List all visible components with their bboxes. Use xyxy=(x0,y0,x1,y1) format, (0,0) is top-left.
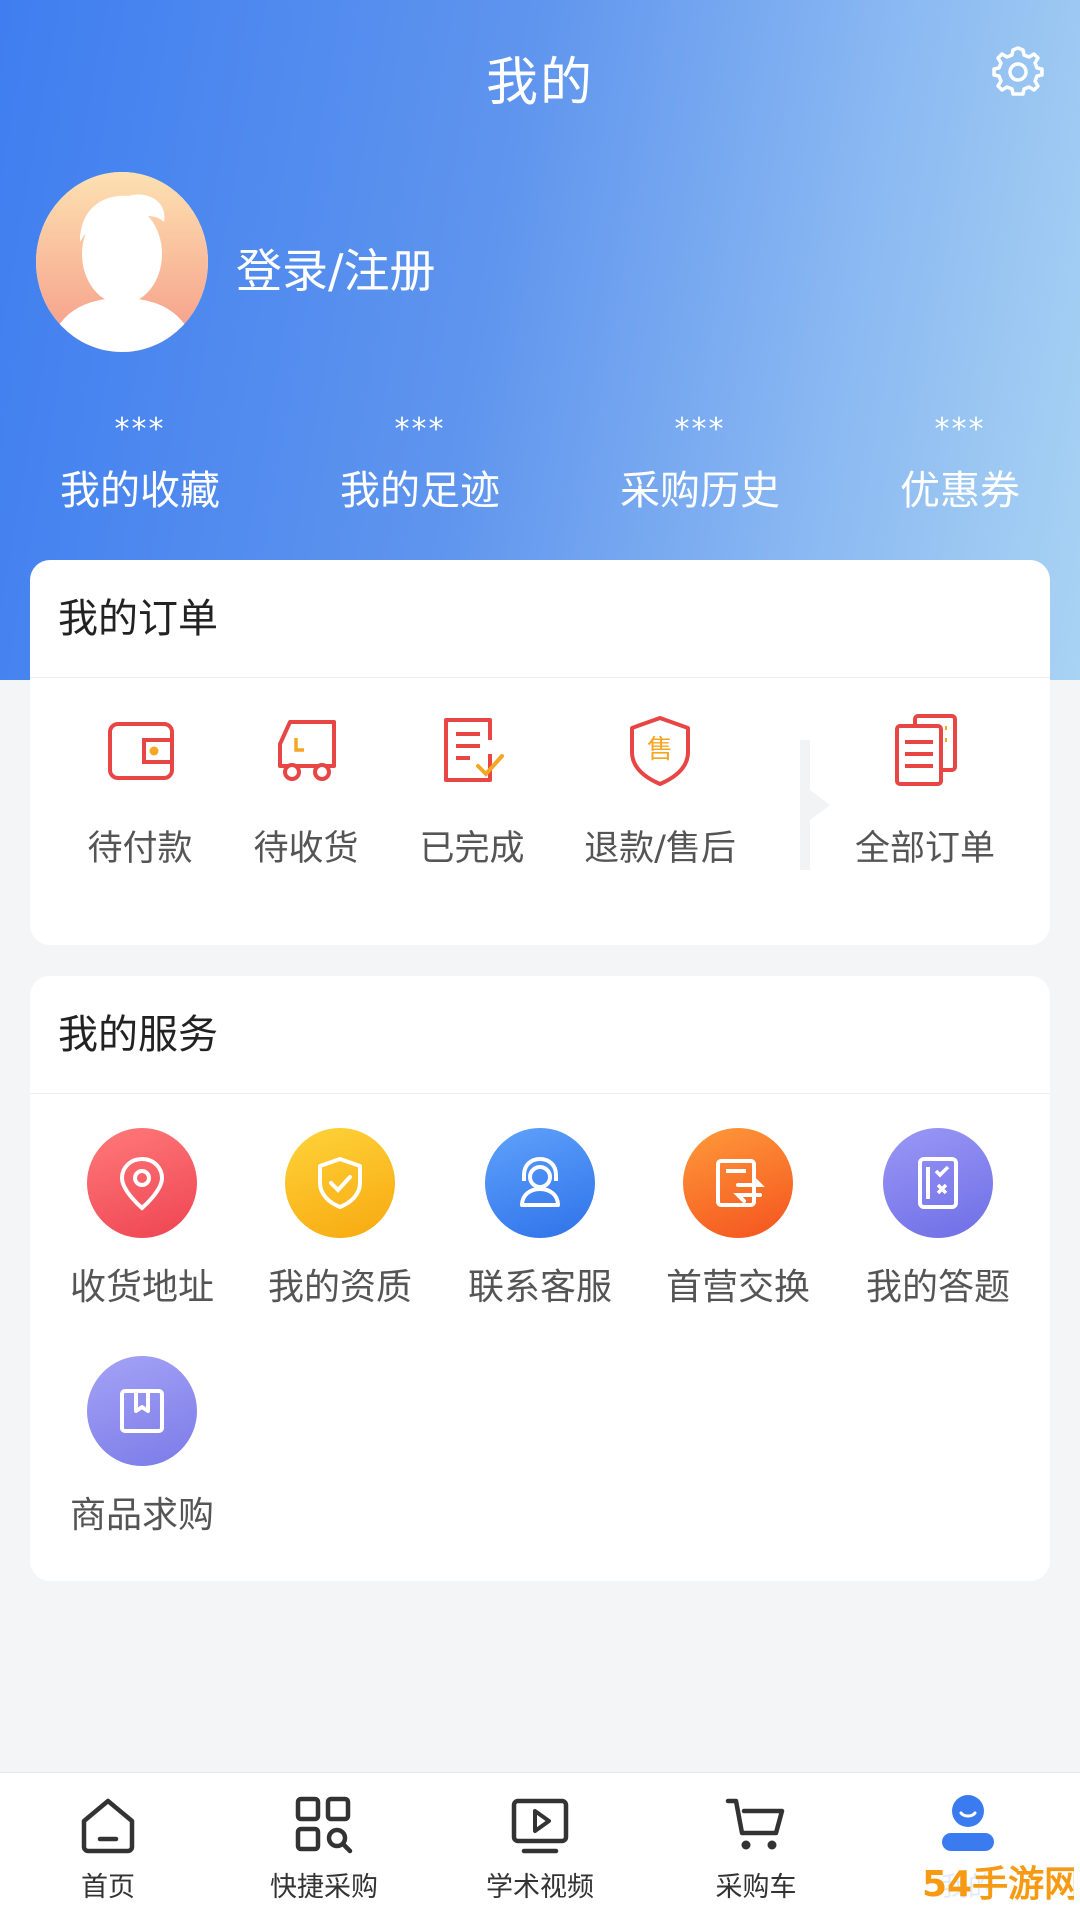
user-icon xyxy=(942,1795,994,1851)
service-qualification[interactable]: 我的资质 xyxy=(250,1128,430,1310)
stat-value: *** xyxy=(674,412,726,447)
default-avatar-icon xyxy=(36,172,208,352)
login-register-link[interactable]: 登录/注册 xyxy=(236,235,436,301)
service-label: 联系客服 xyxy=(467,1267,612,1308)
service-label: 首营交换 xyxy=(665,1267,810,1308)
order-item-label: 待付款 xyxy=(87,829,193,869)
order-item-label: 已完成 xyxy=(419,829,525,869)
gear-icon xyxy=(992,46,1044,96)
order-item-label: 全部订单 xyxy=(854,829,995,869)
service-icon-circle xyxy=(87,1356,197,1466)
orders-title: 我的订单 xyxy=(30,560,1050,678)
divider-arrow xyxy=(800,740,840,870)
services-card: 我的服务 收货地址 我的资质 联系客服 首营交换 我的答题 商品求购 xyxy=(30,976,1050,1581)
tab-purchase-cart[interactable]: 采购车 xyxy=(656,1793,856,1904)
order-item-label: 待收货 xyxy=(253,829,359,869)
box-icon xyxy=(120,1389,164,1433)
watermark-logo: 54手游网 xyxy=(914,1850,1080,1914)
quiz-icon xyxy=(918,1157,958,1209)
stat-favorites[interactable]: *** 我的收藏 xyxy=(30,410,250,516)
order-completed[interactable]: 已完成 xyxy=(382,710,562,871)
order-pending-receipt[interactable]: 待收货 xyxy=(216,710,396,871)
orders-card: 我的订单 待付款 待收货 已完成 售 退款/售后 全部订单 xyxy=(30,560,1050,945)
stat-value: *** xyxy=(114,412,166,447)
location-pin-icon xyxy=(119,1156,165,1211)
service-icon-circle xyxy=(883,1128,993,1238)
tab-label: 采购车 xyxy=(715,1872,797,1903)
stats-row: *** 我的收藏 *** 我的足迹 *** 采购历史 *** 优惠券 xyxy=(0,410,1080,520)
service-label: 商品求购 xyxy=(69,1495,214,1536)
services-title: 我的服务 xyxy=(30,976,1050,1094)
service-shipping-address[interactable]: 收货地址 xyxy=(52,1128,232,1310)
home-icon xyxy=(81,1798,135,1854)
watermark-text: 54手游网 xyxy=(922,1864,1074,1905)
order-list-icon xyxy=(895,714,957,786)
tab-label: 学术视频 xyxy=(486,1872,594,1903)
service-customer-support[interactable]: 联系客服 xyxy=(450,1128,630,1310)
page-title: 我的 xyxy=(485,53,594,113)
service-label: 我的答题 xyxy=(865,1267,1010,1308)
service-icon-circle xyxy=(87,1128,197,1238)
settings-button[interactable] xyxy=(990,44,1046,100)
service-icon-circle xyxy=(683,1128,793,1238)
tab-label: 首页 xyxy=(81,1872,135,1903)
service-label: 收货地址 xyxy=(69,1267,214,1308)
service-icon-circle xyxy=(485,1128,595,1238)
stat-value: *** xyxy=(934,412,986,447)
stat-label: 采购历史 xyxy=(620,468,780,514)
order-pending-payment[interactable]: 待付款 xyxy=(50,710,230,871)
stat-label: 我的足迹 xyxy=(340,468,500,514)
checklist-icon xyxy=(444,718,504,782)
customer-service-icon xyxy=(520,1156,560,1207)
order-item-label: 退款/售后 xyxy=(584,829,736,869)
after-sale-icon-text: 售 xyxy=(647,735,673,765)
stat-label: 我的收藏 xyxy=(60,468,220,514)
stat-purchase-history[interactable]: *** 采购历史 xyxy=(590,410,810,516)
stat-coupons[interactable]: *** 优惠券 xyxy=(850,410,1070,516)
tab-home[interactable]: 首页 xyxy=(8,1793,208,1904)
service-product-request[interactable]: 商品求购 xyxy=(52,1356,232,1538)
truck-icon xyxy=(278,720,336,781)
cart-icon xyxy=(725,1798,785,1850)
service-icon-circle xyxy=(285,1128,395,1238)
exchange-document-icon xyxy=(716,1159,765,1207)
grid-search-icon xyxy=(295,1796,353,1854)
service-my-quiz[interactable]: 我的答题 xyxy=(848,1128,1028,1310)
stat-value: *** xyxy=(394,412,446,447)
stat-footprints[interactable]: *** 我的足迹 xyxy=(310,410,530,516)
service-label: 我的资质 xyxy=(267,1267,412,1308)
avatar[interactable] xyxy=(36,172,208,352)
service-first-exchange[interactable]: 首营交换 xyxy=(648,1128,828,1310)
after-sale-shield-icon: 售 xyxy=(630,716,690,786)
wallet-icon xyxy=(108,722,174,780)
order-refund-aftersale[interactable]: 售 退款/售后 xyxy=(570,710,750,871)
tab-academic-video[interactable]: 学术视频 xyxy=(440,1793,640,1904)
video-play-icon xyxy=(511,1798,569,1854)
stat-label: 优惠券 xyxy=(900,468,1020,514)
order-all[interactable]: 全部订单 xyxy=(835,710,1015,871)
tab-quick-purchase[interactable]: 快捷采购 xyxy=(224,1793,424,1904)
shield-check-icon xyxy=(318,1157,362,1209)
tab-label: 快捷采购 xyxy=(270,1872,378,1903)
